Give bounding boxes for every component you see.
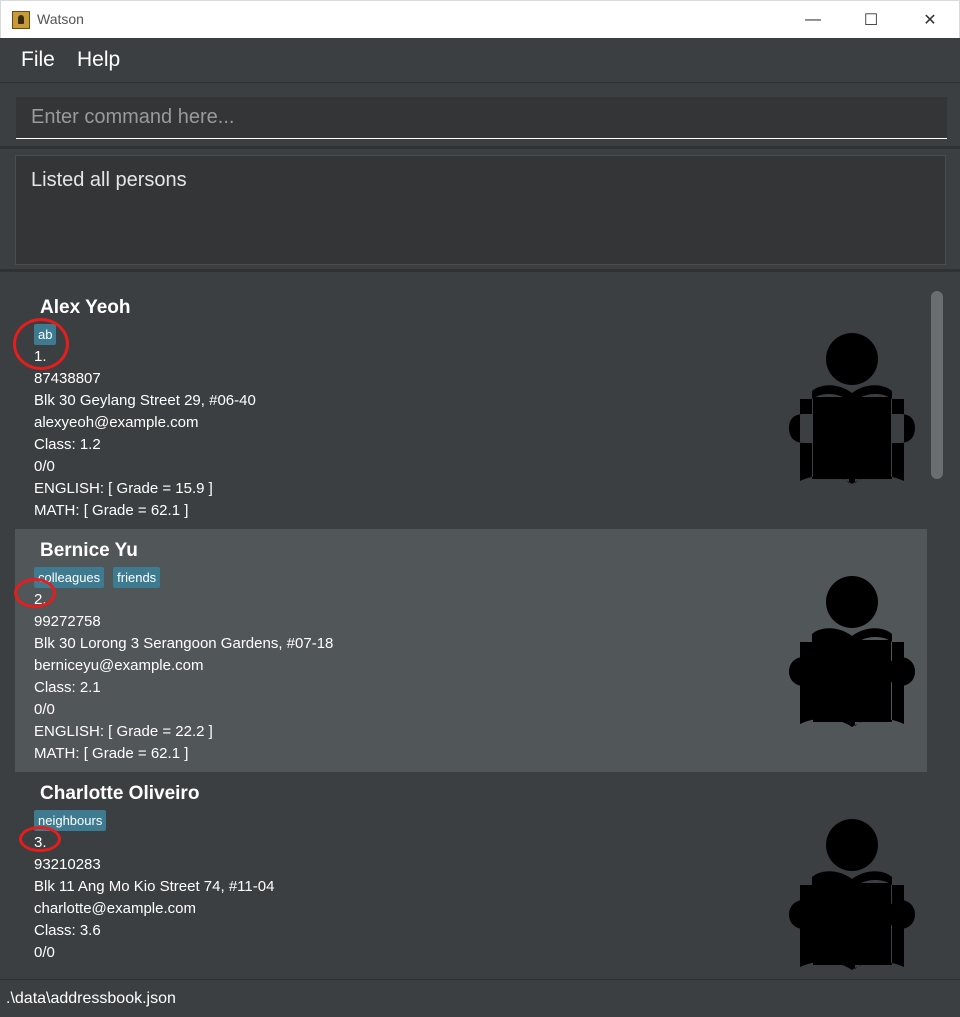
- status-bar: .\data\addressbook.json: [0, 979, 960, 1017]
- person-attendance: 0/0: [34, 701, 55, 718]
- person-address: Blk 30 Geylang Street 29, #06-40: [34, 392, 256, 409]
- window-title: Watson: [37, 11, 84, 27]
- reader-icon: [789, 819, 915, 970]
- app-contact-icon: [12, 11, 30, 29]
- close-icon: ✕: [923, 12, 937, 29]
- person-address: Blk 30 Lorong 3 Serangoon Gardens, #07-1…: [34, 635, 334, 652]
- person-class: Class: 2.1: [34, 679, 101, 696]
- reader-icon: [789, 333, 915, 484]
- menu-help[interactable]: Help: [77, 48, 120, 72]
- list-scrollbar[interactable]: [931, 291, 943, 479]
- person-address: Blk 11 Ang Mo Kio Street 74, #11-04: [34, 878, 275, 895]
- person-class: Class: 1.2: [34, 436, 101, 453]
- person-phone: 93210283: [34, 856, 101, 873]
- command-input[interactable]: Enter command here...: [16, 97, 947, 139]
- person-english-grade: ENGLISH: [ Grade = 15.9 ]: [34, 480, 213, 497]
- person-card[interactable]: Bernice Yu colleagues friends 2. 9927275…: [15, 529, 927, 772]
- save-location: .\data\addressbook.json: [6, 990, 176, 1007]
- minimize-icon: —: [805, 11, 821, 28]
- person-name: Alex Yeoh: [40, 297, 131, 318]
- title-bar: Watson — ☐ ✕: [0, 0, 960, 38]
- command-area: Enter command here...: [0, 83, 960, 146]
- annotation-circle: [14, 578, 56, 608]
- minimize-button[interactable]: —: [784, 1, 842, 39]
- person-math-grade: MATH: [ Grade = 62.1 ]: [34, 745, 189, 762]
- result-text: Listed all persons: [31, 169, 187, 191]
- person-attendance: 0/0: [34, 944, 55, 961]
- person-math-grade: MATH: [ Grade = 62.1 ]: [34, 502, 189, 519]
- divider: [0, 146, 960, 149]
- person-list: Alex Yeoh ab 1. 87438807 Blk 30 Geylang …: [0, 274, 960, 978]
- person-card[interactable]: Charlotte Oliveiro neighbours 3. 9321028…: [15, 772, 927, 978]
- person-card[interactable]: Alex Yeoh ab 1. 87438807 Blk 30 Geylang …: [15, 286, 927, 529]
- maximize-icon: ☐: [863, 12, 879, 29]
- command-placeholder: Enter command here...: [31, 106, 235, 128]
- person-class: Class: 3.6: [34, 922, 101, 939]
- person-name: Charlotte Oliveiro: [40, 783, 200, 804]
- person-name: Bernice Yu: [40, 540, 138, 561]
- reader-icon: [789, 576, 915, 727]
- tag: friends: [113, 567, 161, 588]
- person-email: berniceyu@example.com: [34, 657, 204, 674]
- menu-bar: File Help: [0, 38, 960, 83]
- person-attendance: 0/0: [34, 458, 55, 475]
- divider: [0, 269, 960, 272]
- person-phone: 99272758: [34, 613, 101, 630]
- person-email: charlotte@example.com: [34, 900, 196, 917]
- person-phone: 87438807: [34, 370, 101, 387]
- maximize-button[interactable]: ☐: [842, 1, 900, 39]
- result-display: Listed all persons: [15, 155, 946, 265]
- annotation-circle: [13, 318, 69, 370]
- close-button[interactable]: ✕: [901, 1, 959, 39]
- menu-file[interactable]: File: [21, 48, 55, 72]
- person-english-grade: ENGLISH: [ Grade = 22.2 ]: [34, 723, 213, 740]
- annotation-circle: [19, 826, 61, 852]
- person-email: alexyeoh@example.com: [34, 414, 199, 431]
